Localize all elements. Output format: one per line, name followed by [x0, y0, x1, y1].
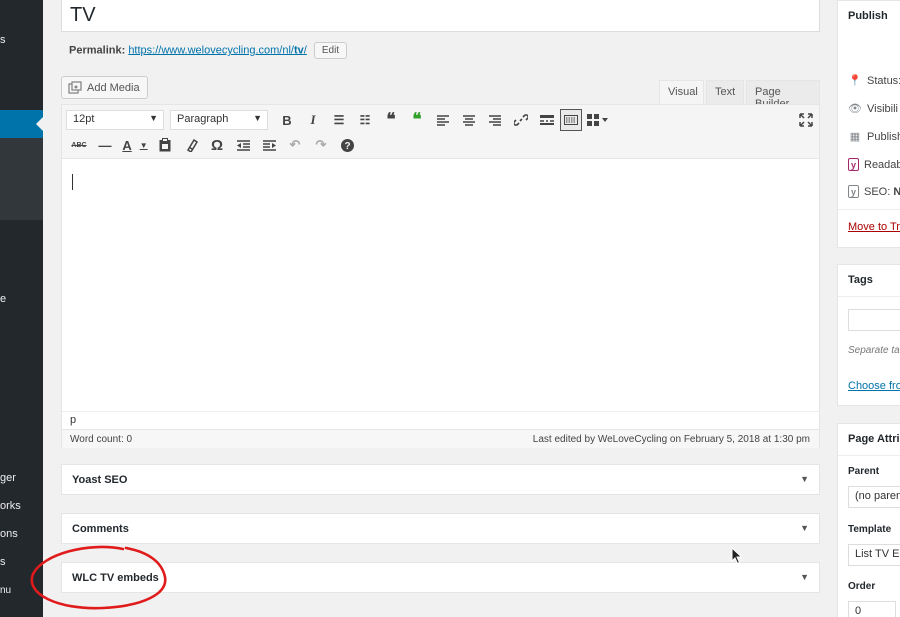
parent-label: Parent — [848, 466, 880, 477]
chevron-down-icon: ▼ — [149, 113, 158, 123]
bold-icon[interactable]: B — [274, 109, 300, 131]
menu-item-fragment[interactable]: s — [0, 556, 6, 568]
fullscreen-icon[interactable] — [793, 109, 819, 131]
metabox-title: Yoast SEO — [72, 474, 128, 486]
menu-item-fragment[interactable]: ons — [0, 528, 18, 540]
tab-text[interactable]: Text — [706, 80, 744, 104]
move-to-trash-link[interactable]: Move to Tra — [848, 221, 900, 233]
seo-score-row: y SEO: No — [848, 185, 900, 198]
tags-input[interactable] — [848, 309, 900, 331]
annotation-circle — [30, 545, 167, 610]
format-select[interactable]: Paragraph ▼ — [170, 110, 268, 130]
yoast-icon: y — [848, 158, 859, 171]
mouse-pointer-icon — [731, 547, 743, 565]
pin-icon: 📍 — [848, 75, 862, 87]
italic-icon[interactable]: I — [300, 109, 326, 131]
tab-visual[interactable]: Visual — [659, 80, 704, 104]
redo-icon[interactable]: ↷ — [308, 134, 334, 156]
menu-item-fragment[interactable]: ger — [0, 472, 16, 484]
undo-icon[interactable]: ↶ — [282, 134, 308, 156]
publish-date-row: ▦ Publish — [849, 130, 900, 144]
help-icon[interactable]: ? — [334, 134, 360, 156]
word-count: Word count: 0 — [70, 434, 133, 445]
editor-status-bar: Word count: 0 Last edited by WeLoveCycli… — [62, 429, 819, 448]
menu-item-fragment[interactable]: nu — [0, 585, 11, 596]
submenu-panel — [0, 138, 43, 220]
menu-item-fragment[interactable]: s — [0, 34, 6, 46]
page-attributes-box: Page Attri Parent (no paren Template Lis… — [837, 423, 900, 617]
calendar-icon: ▦ — [849, 131, 861, 143]
font-size-value: 12pt — [73, 113, 95, 125]
readability-row: y Readab — [848, 158, 900, 171]
publish-visibility-row: 👁 Visibili — [848, 102, 898, 116]
align-center-icon[interactable] — [456, 109, 482, 131]
last-edited-info: Last edited by WeLoveCycling on February… — [532, 434, 810, 445]
chevron-down-icon: ▼ — [253, 113, 262, 123]
metabox-wlc-tv-embeds[interactable]: WLC TV embeds ▼ — [61, 562, 820, 593]
tags-hint: Separate ta — [848, 345, 900, 356]
add-media-label: Add Media — [87, 81, 140, 94]
font-size-select[interactable]: 12pt ▼ — [66, 110, 164, 130]
publish-status-row: 📍 Status: — [848, 74, 900, 88]
choose-tags-link[interactable]: Choose fro — [848, 380, 900, 392]
tab-page-builder[interactable]: Page Builder — [746, 80, 820, 110]
numbered-list-icon[interactable]: ☷ — [352, 109, 378, 131]
permalink-url[interactable]: https://www.welovecycling.com/nl/tv/ — [128, 44, 307, 56]
green-quote-icon[interactable]: ❝ — [404, 109, 430, 131]
read-more-icon[interactable] — [534, 109, 560, 131]
grid-icon[interactable] — [582, 109, 614, 131]
permalink-slug: tv — [293, 44, 304, 57]
outdent-icon[interactable] — [230, 134, 256, 156]
parent-select[interactable]: (no paren — [848, 486, 900, 508]
admin-sidebar: s e ger orks ons s nu — [0, 0, 43, 617]
strikethrough-icon[interactable]: ABC — [66, 134, 92, 156]
toggle-arrow-icon[interactable]: ▼ — [800, 474, 809, 484]
toggle-arrow-icon[interactable]: ▼ — [800, 523, 809, 533]
order-input[interactable]: 0 — [848, 601, 896, 617]
svg-text:?: ? — [344, 141, 350, 152]
permalink: Permalink: https://www.welovecycling.com… — [69, 42, 348, 59]
content-editor: 12pt ▼ Paragraph ▼ B I ☰ ☷ ❝ ❝ ABC — A ▼… — [61, 104, 820, 448]
add-media-button[interactable]: Add Media — [61, 76, 148, 99]
clear-format-icon[interactable] — [178, 134, 204, 156]
text-color-icon[interactable]: A ▼ — [118, 134, 152, 156]
indent-icon[interactable] — [256, 134, 282, 156]
media-icon — [68, 81, 82, 94]
toggle-arrow-icon[interactable]: ▼ — [800, 572, 809, 582]
text-caret — [72, 174, 73, 190]
metabox-yoast-seo[interactable]: Yoast SEO ▼ — [61, 464, 820, 495]
bullet-list-icon[interactable]: ☰ — [326, 109, 352, 131]
permalink-edit-button[interactable]: Edit — [313, 42, 348, 59]
editor-toolbar: 12pt ▼ Paragraph ▼ B I ☰ ☷ ❝ ❝ ABC — A ▼… — [62, 105, 819, 159]
special-char-icon[interactable]: Ω — [204, 134, 230, 156]
editor-content-area[interactable] — [62, 160, 819, 410]
horizontal-rule-icon[interactable]: — — [92, 134, 118, 156]
menu-item-fragment[interactable]: e — [0, 293, 6, 305]
post-title-input[interactable]: TV — [61, 0, 820, 32]
align-left-icon[interactable] — [430, 109, 456, 131]
page-attributes-title: Page Attri — [848, 433, 900, 445]
element-path[interactable]: p — [62, 411, 819, 429]
format-value: Paragraph — [177, 113, 229, 125]
menu-item-fragment[interactable]: orks — [0, 500, 21, 512]
toolbar-toggle-icon[interactable] — [560, 109, 582, 131]
order-label: Order — [848, 581, 876, 592]
publish-box: Publish 📍 Status: 👁 Visibili ▦ Publish y… — [837, 0, 900, 248]
publish-title: Publish — [848, 10, 888, 22]
template-label: Template — [848, 524, 892, 535]
current-menu-arrow — [36, 117, 43, 131]
yoast-icon: y — [848, 185, 859, 198]
template-select[interactable]: List TV E — [848, 544, 900, 566]
eye-icon: 👁 — [848, 103, 862, 115]
link-icon[interactable] — [508, 109, 534, 131]
align-right-icon[interactable] — [482, 109, 508, 131]
paste-text-icon[interactable] — [152, 134, 178, 156]
metabox-title: Comments — [72, 523, 129, 535]
tags-title: Tags — [848, 274, 873, 286]
tags-box: Tags Separate ta Choose fro — [837, 264, 900, 406]
blockquote-icon[interactable]: ❝ — [378, 109, 404, 131]
permalink-label: Permalink: — [69, 44, 126, 57]
metabox-comments[interactable]: Comments ▼ — [61, 513, 820, 544]
